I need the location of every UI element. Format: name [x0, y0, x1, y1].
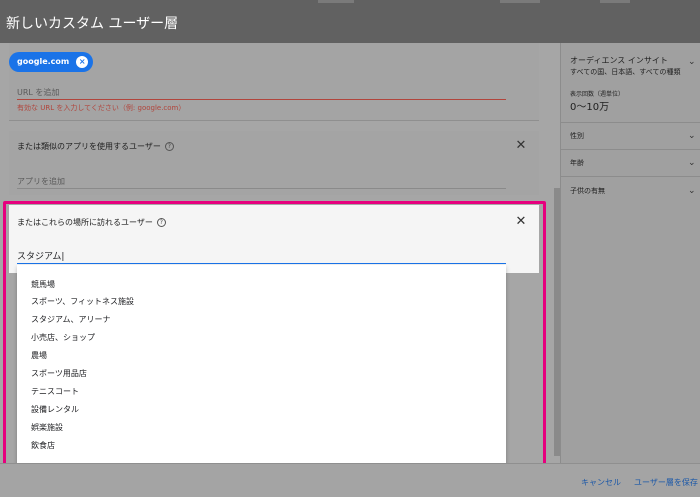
- header-decoration: [600, 0, 630, 3]
- location-input-underline: [17, 263, 506, 264]
- header-decoration: [318, 0, 354, 3]
- cancel-button[interactable]: キャンセル: [581, 477, 621, 488]
- location-card-title-text: またはこれらの場所に訪れるユーザー: [17, 218, 153, 227]
- suggestion-item[interactable]: 娯楽施設: [31, 422, 63, 433]
- app-card-title-text: または類似のアプリを使用するユーザー: [17, 142, 161, 151]
- save-audience-button[interactable]: ユーザー層を保存: [634, 477, 698, 488]
- chevron-down-icon[interactable]: ⌄: [688, 131, 696, 141]
- section-parental-status[interactable]: 子供の有無: [570, 186, 605, 196]
- suggestion-item[interactable]: 競馬場: [31, 279, 55, 290]
- url-input[interactable]: URL を追加: [17, 87, 59, 98]
- url-input-underline: [17, 99, 506, 100]
- chip-label: google.com: [17, 57, 70, 66]
- dialog-header: 新しいカスタム ユーザー層: [0, 0, 700, 43]
- insights-title: オーディエンス インサイト: [570, 56, 668, 65]
- help-icon[interactable]: ?: [156, 218, 166, 227]
- app-card-title: または類似のアプリを使用するユーザー?: [17, 141, 174, 152]
- impressions-label: 表示回数（週単位）: [570, 91, 625, 98]
- location-input[interactable]: スタジアム|: [17, 249, 64, 262]
- suggestion-item[interactable]: 小売店、ショップ: [31, 332, 95, 343]
- section-age[interactable]: 年齢: [570, 158, 584, 168]
- help-icon[interactable]: ?: [164, 142, 174, 151]
- suggestion-item[interactable]: スポーツ、フィットネス施設: [31, 296, 134, 307]
- suggestion-item[interactable]: 農場: [31, 350, 47, 361]
- insights-panel: オーディエンス インサイト ⌄ すべての国、日本語、すべての種類 表示回数（週単…: [560, 43, 700, 463]
- close-icon[interactable]: ✕: [515, 139, 527, 153]
- close-icon[interactable]: ✕: [515, 215, 527, 229]
- app-input-underline: [17, 188, 506, 189]
- divider: [561, 176, 700, 177]
- header-decoration: [500, 0, 540, 3]
- suggestion-item[interactable]: テニスコート: [31, 386, 79, 397]
- chevron-down-icon[interactable]: ⌄: [688, 186, 696, 196]
- impressions-value: 0〜10万: [570, 102, 610, 113]
- suggestion-item[interactable]: スポーツ用品店: [31, 368, 87, 379]
- chevron-down-icon[interactable]: ⌄: [688, 57, 696, 67]
- app-input[interactable]: アプリを追加: [17, 176, 65, 187]
- chip-close-icon[interactable]: ×: [76, 56, 89, 68]
- suggestion-item[interactable]: 飲食店: [31, 440, 55, 451]
- section-gender[interactable]: 性別: [570, 131, 584, 141]
- url-error-text: 有効な URL を入力してください（例: google.com）: [17, 104, 186, 112]
- suggestion-item[interactable]: スタジアム、アリーナ: [31, 314, 110, 325]
- suggestion-dropdown: 競馬場 スポーツ、フィットネス施設 スタジアム、アリーナ 小売店、ショップ 農場…: [17, 265, 506, 465]
- divider: [561, 149, 700, 150]
- chevron-down-icon[interactable]: ⌄: [688, 158, 696, 168]
- dialog-footer: キャンセル ユーザー層を保存: [0, 463, 700, 497]
- dialog-title: 新しいカスタム ユーザー層: [6, 16, 179, 32]
- divider: [561, 122, 700, 123]
- suggestion-item[interactable]: 設備レンタル: [31, 404, 79, 415]
- google-chip[interactable]: google.com ×: [9, 52, 94, 72]
- insights-subtitle: すべての国、日本語、すべての種類: [570, 68, 681, 76]
- location-card-title: またはこれらの場所に訪れるユーザー?: [17, 217, 166, 228]
